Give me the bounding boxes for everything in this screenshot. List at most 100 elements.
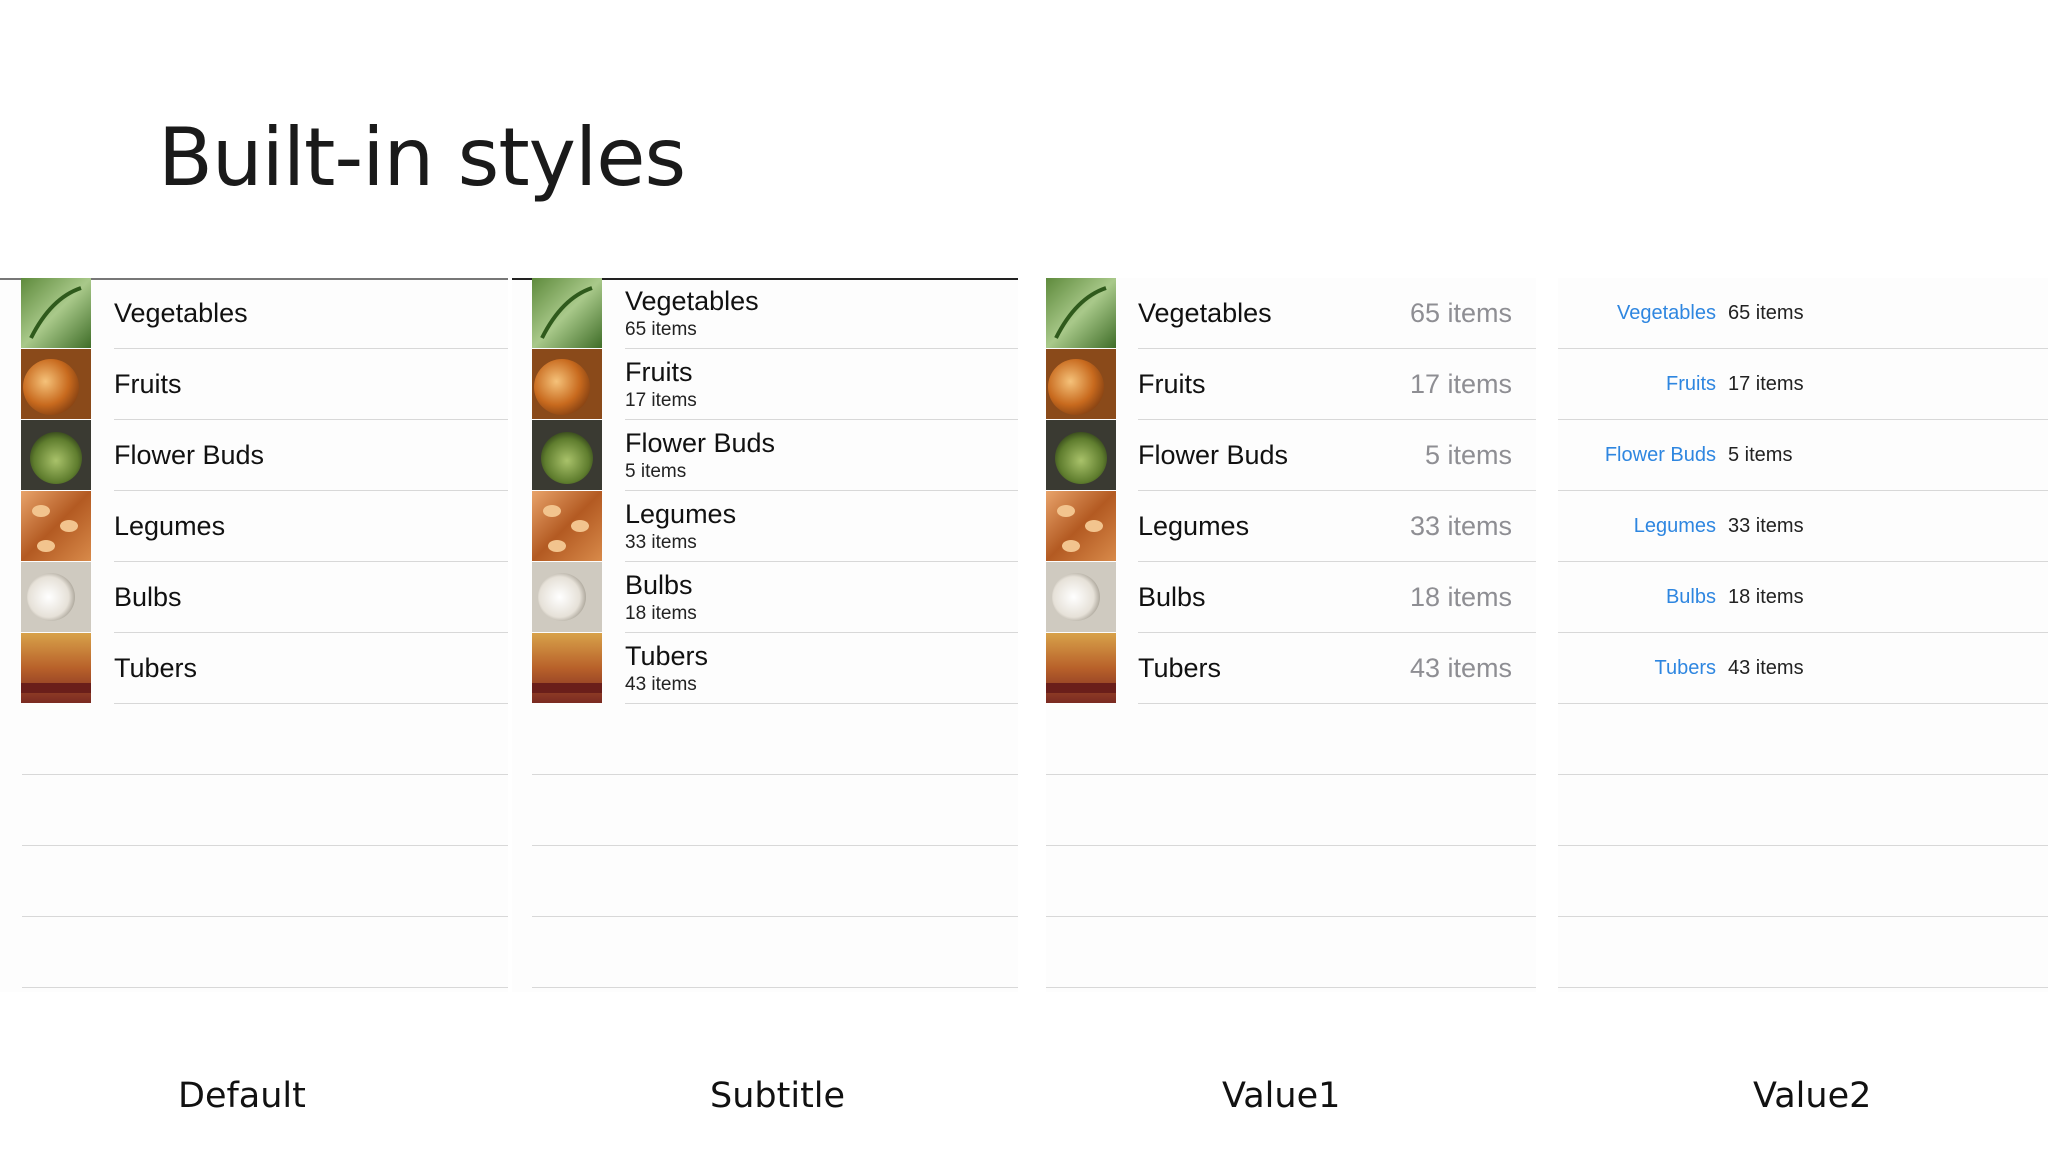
empty-row (1046, 704, 1536, 775)
fruits-photo-icon (532, 349, 602, 419)
table-value2-style: Vegetables 65 items Fruits 17 items Flow… (1558, 278, 2048, 992)
legumes-photo-icon (532, 491, 602, 561)
table-row[interactable]: Flower Buds 5 items (512, 420, 1018, 491)
caption-value2: Value2 (1753, 1076, 1872, 1116)
caption-value1: Value1 (1222, 1076, 1341, 1116)
empty-row (1046, 917, 1536, 988)
row-title: Vegetables (114, 298, 248, 328)
table-row[interactable]: Vegetables 65 items (1558, 278, 2048, 349)
table-row[interactable]: Legumes 33 items (512, 491, 1018, 562)
row-detail: 33 items (1409, 511, 1512, 541)
empty-row (512, 846, 1018, 917)
row-detail: 18 items (1409, 582, 1512, 612)
table-row[interactable]: Bulbs 18 items (512, 562, 1018, 633)
row-detail: 18 items (1728, 586, 1804, 608)
row-title: Fruits (625, 357, 693, 387)
table-row[interactable]: Tubers 43 items (512, 633, 1018, 704)
row-separator (22, 987, 508, 988)
row-subtitle: 65 items (625, 319, 697, 340)
row-title: Bulbs (1665, 586, 1716, 608)
empty-row (0, 917, 508, 988)
fruits-photo-icon (21, 349, 91, 419)
table-subtitle-style: Vegetables 65 items Fruits 17 items Flow… (512, 278, 1018, 992)
row-title: Bulbs (1138, 582, 1206, 612)
table-row[interactable]: Flower Buds 5 items (1558, 420, 2048, 491)
table-row[interactable]: Fruits 17 items (1558, 349, 2048, 420)
empty-row (1558, 846, 2048, 917)
table-row[interactable]: Legumes 33 items (1558, 491, 2048, 562)
fruits-photo-icon (1046, 349, 1116, 419)
row-title: Vegetables (1617, 302, 1716, 324)
row-title: Tubers (114, 653, 198, 683)
row-title: Bulbs (114, 582, 182, 612)
empty-row (1046, 846, 1536, 917)
row-title: Flower Buds (1138, 440, 1289, 470)
bulbs-photo-icon (1046, 562, 1116, 632)
row-detail: 5 items (1728, 444, 1793, 466)
empty-row (1558, 775, 2048, 846)
table-row[interactable]: Tubers 43 items (1558, 633, 2048, 704)
row-title: Legumes (625, 499, 737, 529)
empty-row (512, 775, 1018, 846)
table-row[interactable]: Vegetables 65 items (1046, 278, 1536, 349)
table-row[interactable]: Bulbs 18 items (1046, 562, 1536, 633)
row-subtitle: 18 items (625, 603, 697, 624)
flower-buds-photo-icon (532, 420, 602, 490)
row-detail: 65 items (1409, 298, 1512, 328)
vegetables-photo-icon (532, 278, 602, 348)
empty-row (512, 917, 1018, 988)
table-row[interactable]: Fruits 17 items (512, 349, 1018, 420)
table-row[interactable]: Bulbs 18 items (1558, 562, 2048, 633)
row-detail: 17 items (1728, 373, 1804, 395)
table-row[interactable]: Fruits (0, 349, 508, 420)
row-detail: 65 items (1728, 302, 1804, 324)
empty-row (1046, 775, 1536, 846)
table-row[interactable]: Bulbs (0, 562, 508, 633)
row-subtitle: 43 items (625, 674, 697, 695)
tubers-photo-icon (1046, 633, 1116, 703)
row-title: Tubers (625, 641, 709, 671)
table-row[interactable]: Tubers 43 items (1046, 633, 1536, 704)
table-row[interactable]: Fruits 17 items (1046, 349, 1536, 420)
row-subtitle: 5 items (625, 461, 687, 482)
row-title: Flower Buds (625, 428, 776, 458)
row-separator (1046, 987, 1536, 988)
row-subtitle: 17 items (625, 390, 697, 411)
row-detail: 17 items (1409, 369, 1512, 399)
empty-row (0, 704, 508, 775)
empty-row (512, 704, 1018, 775)
vegetables-photo-icon (1046, 278, 1116, 348)
slide-title: Built-in styles (158, 111, 686, 204)
row-title: Vegetables (1138, 298, 1272, 328)
row-separator (1558, 987, 2048, 988)
row-title: Bulbs (625, 570, 693, 600)
bulbs-photo-icon (532, 562, 602, 632)
row-title: Tubers (1138, 653, 1222, 683)
empty-row (1558, 704, 2048, 775)
row-title: Tubers (1654, 657, 1716, 679)
row-detail: 43 items (1409, 653, 1512, 683)
row-title: Legumes (1633, 515, 1716, 537)
table-row[interactable]: Vegetables (0, 278, 508, 349)
row-separator (532, 987, 1018, 988)
legumes-photo-icon (21, 491, 91, 561)
flower-buds-photo-icon (1046, 420, 1116, 490)
tubers-photo-icon (21, 633, 91, 703)
row-title: Legumes (114, 511, 226, 541)
table-row[interactable]: Vegetables 65 items (512, 278, 1018, 349)
row-title: Vegetables (625, 286, 759, 316)
row-detail: 33 items (1728, 515, 1804, 537)
row-title: Fruits (1138, 369, 1206, 399)
row-title: Fruits (114, 369, 182, 399)
table-row[interactable]: Tubers (0, 633, 508, 704)
row-detail: 5 items (1424, 440, 1512, 470)
bulbs-photo-icon (21, 562, 91, 632)
legumes-photo-icon (1046, 491, 1116, 561)
table-row[interactable]: Legumes 33 items (1046, 491, 1536, 562)
table-row[interactable]: Flower Buds (0, 420, 508, 491)
row-title: Fruits (1666, 373, 1716, 395)
empty-row (1558, 917, 2048, 988)
table-row[interactable]: Legumes (0, 491, 508, 562)
table-row[interactable]: Flower Buds 5 items (1046, 420, 1536, 491)
empty-row (0, 775, 508, 846)
